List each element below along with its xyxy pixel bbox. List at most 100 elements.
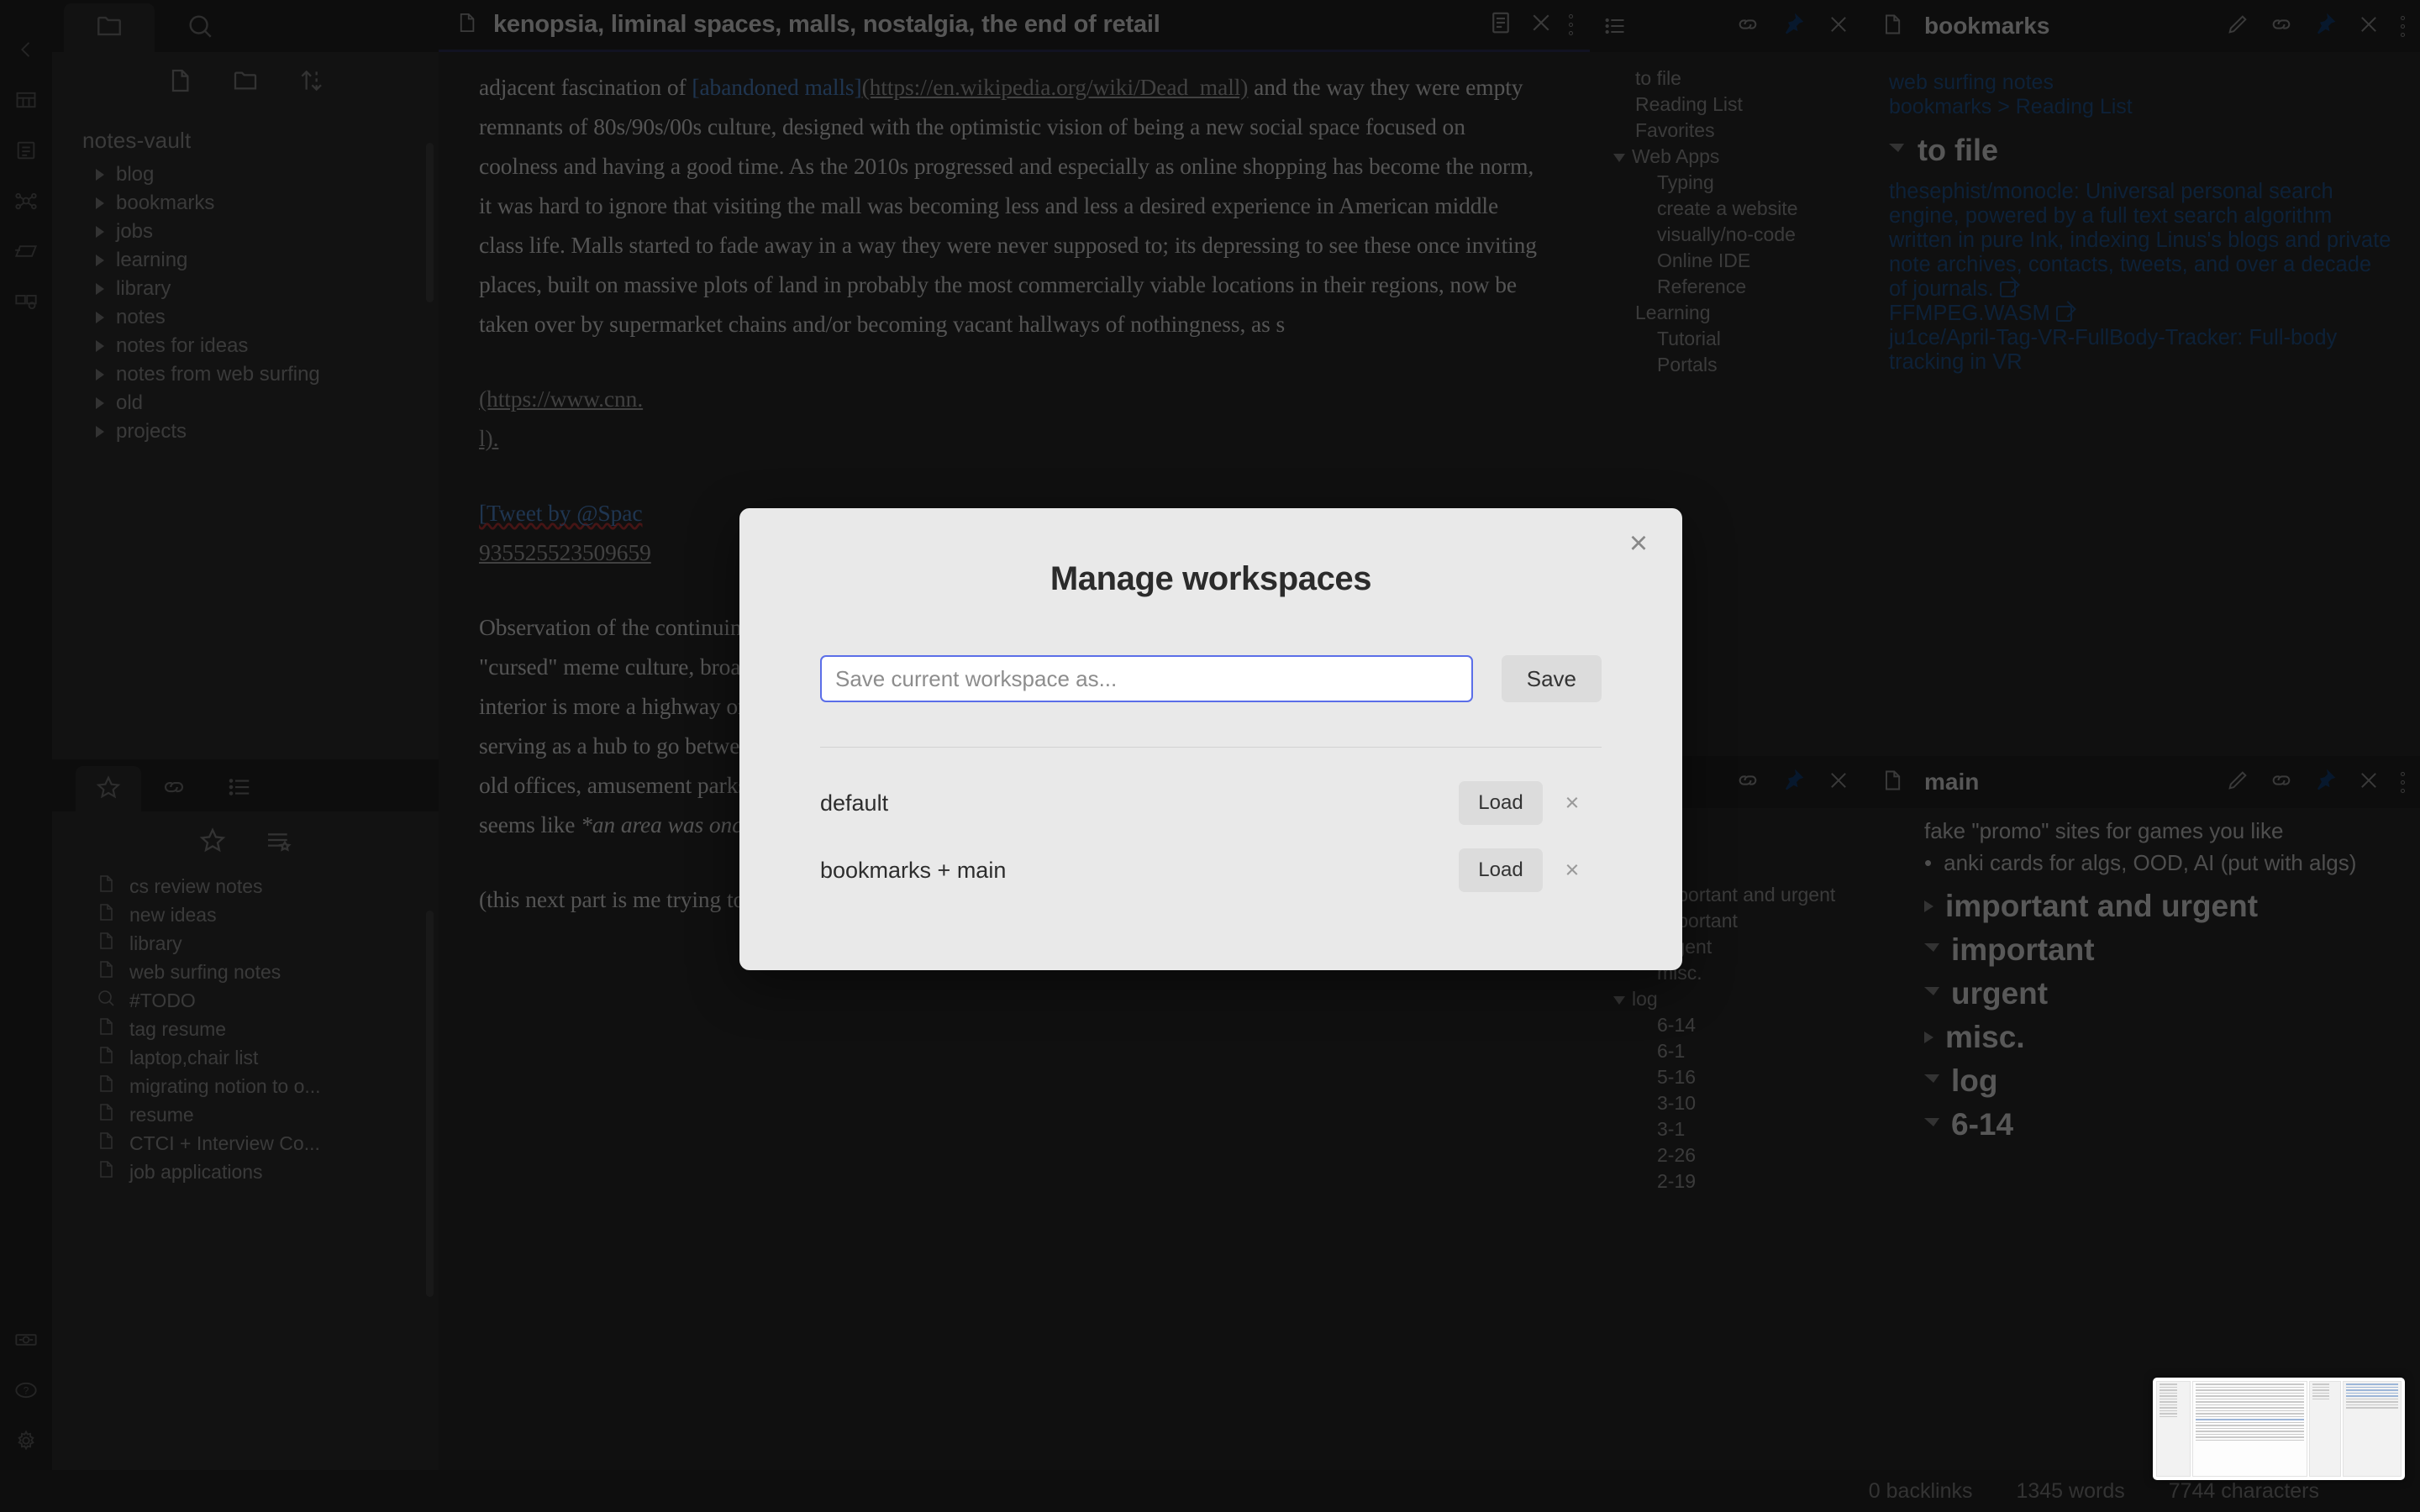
collapse-left-icon[interactable] [13, 37, 39, 62]
help-icon[interactable]: ? [13, 1378, 39, 1403]
close-icon[interactable] [2357, 769, 2381, 796]
list-item[interactable]: CTCI + Interview Co... [71, 1129, 439, 1158]
folder-item[interactable]: notes [72, 303, 439, 332]
chevron-down-icon[interactable] [1613, 154, 1625, 168]
close-icon[interactable] [2357, 13, 2381, 40]
folder-item[interactable]: library [72, 275, 439, 303]
bookmarks-note-body[interactable]: web surfing notes bookmarks > Reading Li… [1865, 52, 2420, 375]
outline-item[interactable]: Portals [1590, 352, 1865, 378]
chevron-down-icon[interactable] [1924, 1117, 1939, 1132]
sidebar-item-files[interactable] [64, 3, 155, 52]
list-item[interactable]: #TODO [71, 986, 439, 1015]
tweet-link-line2[interactable]: 935525523509659 [479, 539, 651, 565]
delete-workspace-button[interactable]: × [1543, 857, 1602, 885]
more-options-button[interactable] [2401, 15, 2405, 37]
graph-view-icon[interactable] [13, 188, 39, 213]
chevron-right-icon[interactable] [96, 312, 104, 323]
cnn-url-line1[interactable]: (https://www.cnn. [479, 386, 643, 412]
pin-icon[interactable] [2313, 13, 2337, 40]
save-button[interactable]: Save [1501, 655, 1602, 702]
chevron-right-icon[interactable] [96, 397, 104, 409]
close-icon[interactable]: × [1622, 527, 1655, 560]
link-icon[interactable] [1736, 13, 1760, 40]
outline-list-icon[interactable] [1590, 14, 1627, 38]
daily-note-icon[interactable] [13, 138, 39, 163]
outline-item[interactable]: 2-26 [1590, 1142, 1865, 1168]
bookmark-link-1[interactable]: thesephist/monocle: Universal personal s… [1889, 180, 2391, 301]
outline-item[interactable]: 5-16 [1590, 1064, 1865, 1090]
outline-item[interactable]: Reading List [1590, 92, 1865, 118]
folder-item[interactable]: notes from web surfing [72, 360, 439, 389]
link-icon[interactable] [2270, 13, 2293, 40]
calendar-table-icon[interactable] [13, 87, 39, 113]
close-icon[interactable] [1827, 13, 1850, 40]
save-workspace-input[interactable] [820, 655, 1473, 702]
bookmark-link-2[interactable]: FFMPEG.WASM [1889, 302, 2050, 325]
folder-item[interactable]: learning [72, 246, 439, 275]
load-workspace-button[interactable]: Load [1459, 848, 1543, 892]
chevron-down-icon[interactable] [1889, 143, 1904, 158]
chevron-down-icon[interactable] [1924, 986, 1939, 1001]
sort-order-button[interactable] [297, 67, 324, 98]
outline-item[interactable]: 3-10 [1590, 1090, 1865, 1116]
outline-item[interactable]: create a website visually/no-code [1590, 196, 1865, 248]
folder-item[interactable]: projects [72, 417, 439, 446]
chevron-right-icon[interactable] [96, 369, 104, 381]
breadcrumb-line-2[interactable]: bookmarks > Reading List [1889, 95, 2395, 119]
chevron-down-icon[interactable] [1924, 942, 1939, 958]
list-item[interactable]: library [71, 929, 439, 958]
outline-item[interactable]: 3-1 [1590, 1116, 1865, 1142]
close-icon[interactable] [1827, 769, 1850, 796]
outline-item[interactable]: to file [1590, 66, 1865, 92]
folder-item[interactable]: bookmarks [72, 189, 439, 218]
outline-item[interactable]: Favorites [1590, 118, 1865, 144]
list-item[interactable]: web surfing notes [71, 958, 439, 986]
outline-item[interactable]: 2-19 [1590, 1168, 1865, 1194]
main-note-body[interactable]: fake "promo" sites for games you like • … [1865, 808, 2420, 1141]
pin-icon[interactable] [2313, 769, 2337, 796]
main-note-title[interactable]: main [1924, 769, 2206, 795]
outline-item[interactable]: Learning [1590, 300, 1865, 326]
chevron-right-icon[interactable] [96, 226, 104, 238]
close-tab-button[interactable] [1528, 10, 1554, 39]
list-item[interactable]: migrating notion to o... [71, 1072, 439, 1100]
sidebar-item-outline[interactable] [207, 766, 272, 811]
chevron-right-icon[interactable] [1924, 1032, 1933, 1043]
chevron-right-icon[interactable] [96, 255, 104, 266]
chevron-right-icon[interactable] [96, 283, 104, 295]
pin-icon[interactable] [1781, 13, 1805, 40]
pencil-icon[interactable] [2226, 769, 2249, 796]
starred-scrollbar[interactable] [426, 911, 434, 1297]
star-current-button[interactable] [199, 827, 226, 858]
cnn-url-line2[interactable]: l). [479, 425, 498, 451]
outline-item[interactable]: log [1590, 986, 1865, 1012]
manage-starred-button[interactable] [265, 827, 292, 858]
list-item[interactable]: cs review notes [71, 872, 439, 900]
command-palette-icon[interactable] [13, 1327, 39, 1352]
chevron-right-icon[interactable] [96, 426, 104, 438]
list-item[interactable]: laptop,chair list [71, 1043, 439, 1072]
chevron-right-icon[interactable] [96, 169, 104, 181]
list-item[interactable]: job applications [71, 1158, 439, 1186]
outline-item[interactable]: Tutorial [1590, 326, 1865, 352]
new-folder-button[interactable] [232, 67, 259, 98]
para1-url[interactable]: (https://en.wikipedia.org/wiki/Dead_mall… [862, 74, 1249, 100]
load-workspace-button[interactable]: Load [1459, 781, 1543, 825]
sidebar-item-starred[interactable] [76, 766, 141, 811]
bookmarks-note-title[interactable]: bookmarks [1924, 13, 2206, 39]
settings-gear-icon[interactable] [13, 1428, 39, 1453]
folder-item[interactable]: blog [72, 160, 439, 189]
link-icon[interactable] [1736, 769, 1760, 796]
outline-item[interactable]: Typing [1590, 170, 1865, 196]
more-options-button[interactable] [1569, 14, 1573, 35]
chevron-down-icon[interactable] [1613, 996, 1625, 1011]
list-item[interactable]: new ideas [71, 900, 439, 929]
outline-item[interactable]: 6-1 [1590, 1038, 1865, 1064]
list-item[interactable]: resume [71, 1100, 439, 1129]
file-tree-scrollbar[interactable] [426, 143, 434, 302]
new-note-button[interactable] [166, 67, 193, 98]
reading-view-button[interactable] [1488, 10, 1513, 39]
chevron-right-icon[interactable] [1924, 900, 1933, 912]
more-options-button[interactable] [2401, 771, 2405, 793]
kanban-icon[interactable] [13, 289, 39, 314]
